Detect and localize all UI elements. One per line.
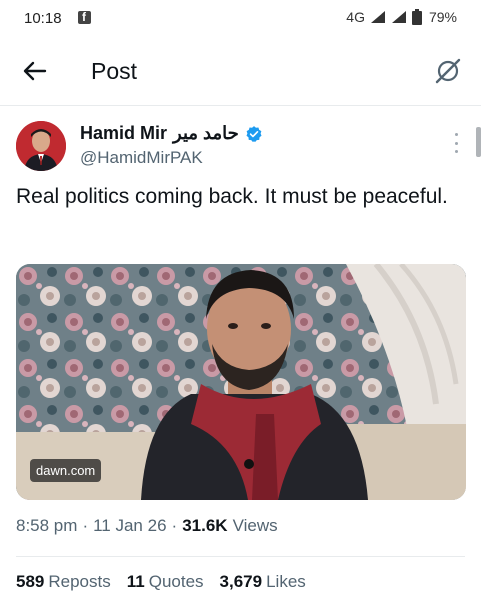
- likes-stat[interactable]: 3,679 Likes: [220, 572, 306, 592]
- tweet-meta: 8:58 pm · 11 Jan 26 · 31.6K Views: [16, 516, 278, 536]
- signal-icon: [370, 11, 385, 23]
- divider: [16, 556, 465, 557]
- quotes-count: 11: [126, 572, 145, 591]
- more-options-button[interactable]: [451, 133, 461, 153]
- arrow-left-icon: [23, 61, 47, 81]
- reposts-count: 589: [16, 572, 45, 591]
- separator-dot: ·: [171, 516, 178, 535]
- quotes-label: Quotes: [148, 572, 204, 591]
- battery-percent: 79%: [428, 9, 457, 25]
- status-bar: 10:18 f 4G 79%: [0, 0, 481, 36]
- tweet-text: Real politics coming back. It must be pe…: [16, 185, 448, 208]
- views-label: Views: [232, 516, 278, 535]
- signal-icon-2: [391, 11, 406, 23]
- status-time: 10:18: [24, 10, 62, 27]
- facebook-icon: f: [78, 10, 91, 24]
- reposts-stat[interactable]: 589 Reposts: [16, 572, 111, 592]
- engagement-stats: 589 Reposts 11 Quotes 3,679 Likes: [16, 572, 306, 592]
- author-name-urdu: حامد میر: [173, 123, 239, 143]
- grok-button[interactable]: [431, 54, 465, 88]
- reposts-label: Reposts: [48, 572, 111, 591]
- back-button[interactable]: [20, 56, 50, 86]
- status-indicators: 4G 79%: [346, 9, 457, 25]
- avatar-image: [16, 121, 66, 171]
- tweet-media[interactable]: dawn.com: [16, 264, 466, 500]
- more-dot-icon: [454, 150, 458, 153]
- likes-label: Likes: [266, 572, 306, 591]
- grok-icon: [435, 58, 461, 84]
- page-title: Post: [91, 58, 138, 84]
- author-name[interactable]: Hamid Mir: [80, 123, 167, 144]
- battery-icon: [411, 9, 422, 25]
- tweet-date: 11 Jan 26: [93, 516, 167, 535]
- avatar[interactable]: [16, 121, 66, 171]
- quotes-stat[interactable]: 11 Quotes: [127, 572, 204, 592]
- author-name-row[interactable]: Hamid Mir حامد میر: [80, 123, 263, 144]
- separator-dot: ·: [82, 516, 89, 535]
- app-bar: Post: [0, 36, 481, 106]
- likes-count: 3,679: [219, 572, 263, 591]
- views-count: 31.6K: [182, 516, 228, 535]
- scrollbar[interactable]: [476, 127, 481, 157]
- verified-badge-icon: [246, 125, 262, 142]
- more-dot-icon: [454, 133, 458, 136]
- author-handle[interactable]: @HamidMirPAK: [80, 148, 203, 168]
- network-type: 4G: [346, 9, 365, 25]
- more-dot-icon: [454, 141, 458, 145]
- tweet-time: 8:58 pm: [16, 516, 78, 535]
- media-source-badge: dawn.com: [30, 459, 102, 482]
